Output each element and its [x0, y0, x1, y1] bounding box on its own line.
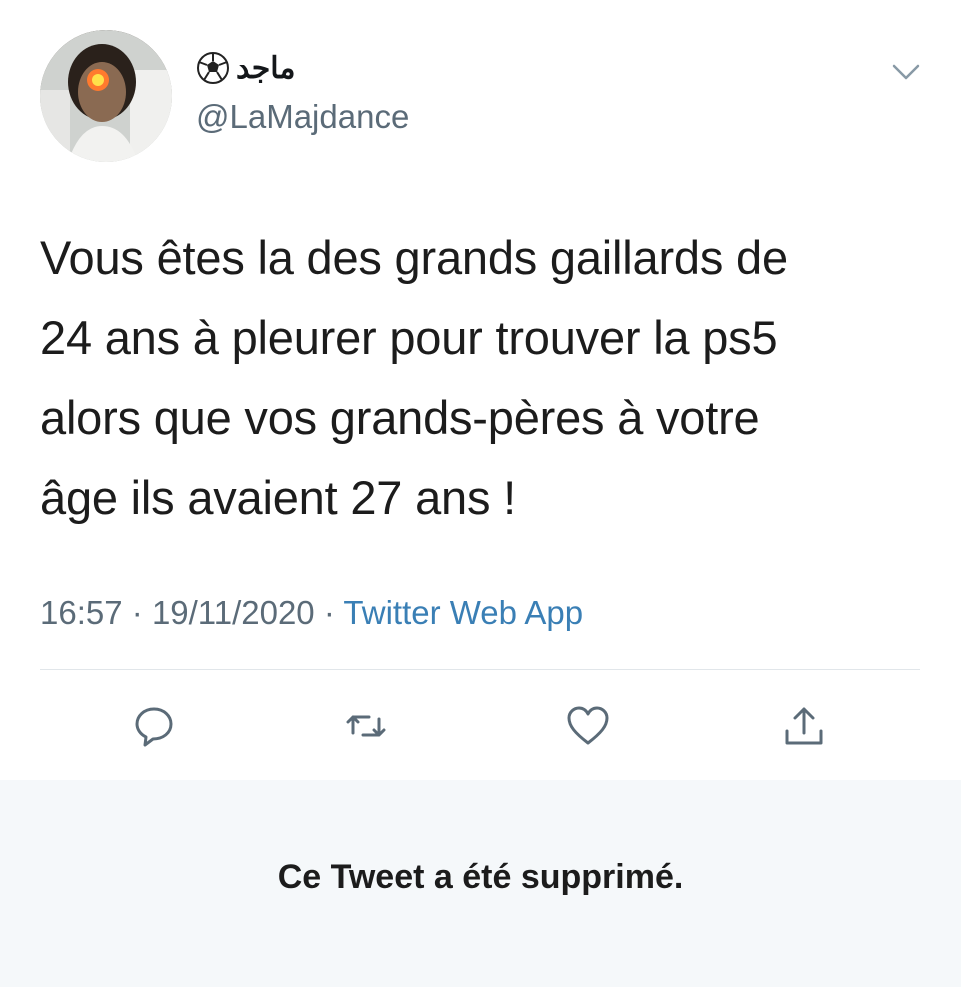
meta-separator: ·: [323, 594, 335, 631]
tweet-text-line: Vous êtes la des grands gaillards de: [40, 231, 788, 284]
tweet-text-line: alors que vos grands-pères à votre: [40, 391, 760, 444]
meta-separator: ·: [131, 594, 143, 631]
like-button[interactable]: [562, 700, 614, 752]
tweet-actions: [0, 700, 961, 760]
divider: [40, 669, 920, 670]
display-name-text: ماجد: [236, 51, 296, 85]
tweet-metadata: 16:57 · 19/11/2020 · Twitter Web App: [40, 594, 583, 632]
tweet-date[interactable]: 19/11/2020: [152, 594, 315, 631]
share-button[interactable]: [778, 700, 830, 752]
avatar-image: [40, 30, 172, 162]
chevron-down-icon[interactable]: [888, 56, 924, 86]
tweet-card: ماجد @LaMajdance Vous êtes la des grands…: [0, 0, 961, 780]
reply-icon: [135, 707, 173, 747]
tweet-text-line: âge ils avaient 27 ans !: [40, 471, 516, 524]
display-name[interactable]: ماجد: [196, 46, 296, 90]
user-handle[interactable]: @LaMajdance: [196, 98, 409, 136]
reply-button[interactable]: [128, 700, 180, 752]
tweet-time[interactable]: 16:57: [40, 594, 123, 631]
tweet-source-link[interactable]: Twitter Web App: [343, 594, 583, 631]
deleted-tweet-message: Ce Tweet a été supprimé.: [277, 858, 684, 896]
heart-icon: [567, 706, 609, 745]
avatar[interactable]: [40, 30, 172, 162]
retweet-button[interactable]: [340, 700, 392, 752]
soccer-ball-icon: [196, 51, 230, 85]
tweet-text-line: 24 ans à pleurer pour trouver la ps5: [40, 311, 778, 364]
tweet-text: Vous êtes la des grands gaillards de 24 …: [40, 218, 920, 538]
retweet-icon: [346, 715, 386, 737]
share-icon: [785, 707, 823, 745]
